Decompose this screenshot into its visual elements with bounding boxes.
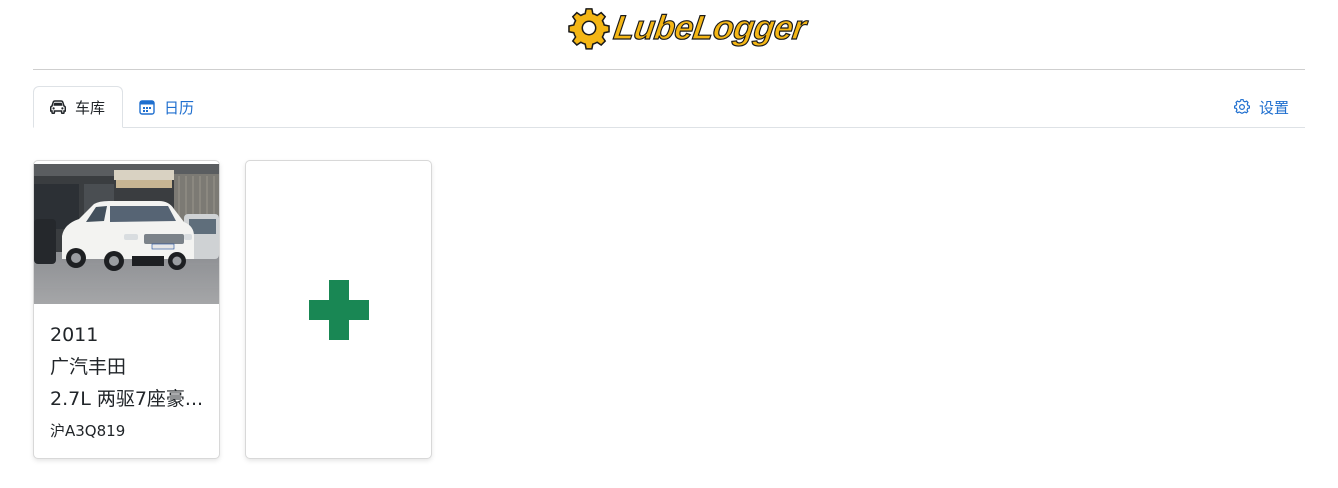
calendar-icon	[139, 100, 155, 115]
gear-logo-icon	[568, 8, 610, 50]
tab-settings[interactable]: 设置	[1233, 86, 1289, 128]
gear-icon	[1233, 99, 1250, 114]
car-icon	[50, 100, 66, 114]
vehicle-card[interactable]: 2011 广汽丰田 2.7L 两驱7座豪... 沪A3Q819	[33, 160, 220, 459]
vehicle-plate: 沪A3Q819	[50, 422, 126, 440]
nav-tabs: 车库 日历 设置	[33, 86, 1305, 128]
vehicle-photo	[34, 164, 219, 304]
tab-garage[interactable]: 车库	[33, 86, 123, 128]
plus-icon	[309, 280, 369, 340]
header-divider	[33, 69, 1305, 70]
vehicle-make: 广汽丰田	[50, 356, 127, 378]
app-logo-text: LubeLogger	[611, 8, 809, 47]
tab-garage-label: 车库	[75, 98, 106, 117]
vehicle-model: 2.7L 两驱7座豪...	[50, 388, 204, 410]
tab-calendar[interactable]: 日历	[139, 86, 194, 128]
tab-settings-label: 设置	[1258, 98, 1289, 117]
add-vehicle-card[interactable]	[245, 160, 432, 459]
vehicle-info: 2011 广汽丰田 2.7L 两驱7座豪... 沪A3Q819	[50, 319, 208, 444]
vehicle-year: 2011	[50, 324, 99, 346]
page: LubeLogger 车库 日历 设置 2011 广汽丰田 2.7L 两驱7座豪…	[0, 0, 1338, 488]
tab-calendar-label: 日历	[164, 98, 195, 117]
app-logo[interactable]: LubeLogger	[566, 4, 809, 52]
